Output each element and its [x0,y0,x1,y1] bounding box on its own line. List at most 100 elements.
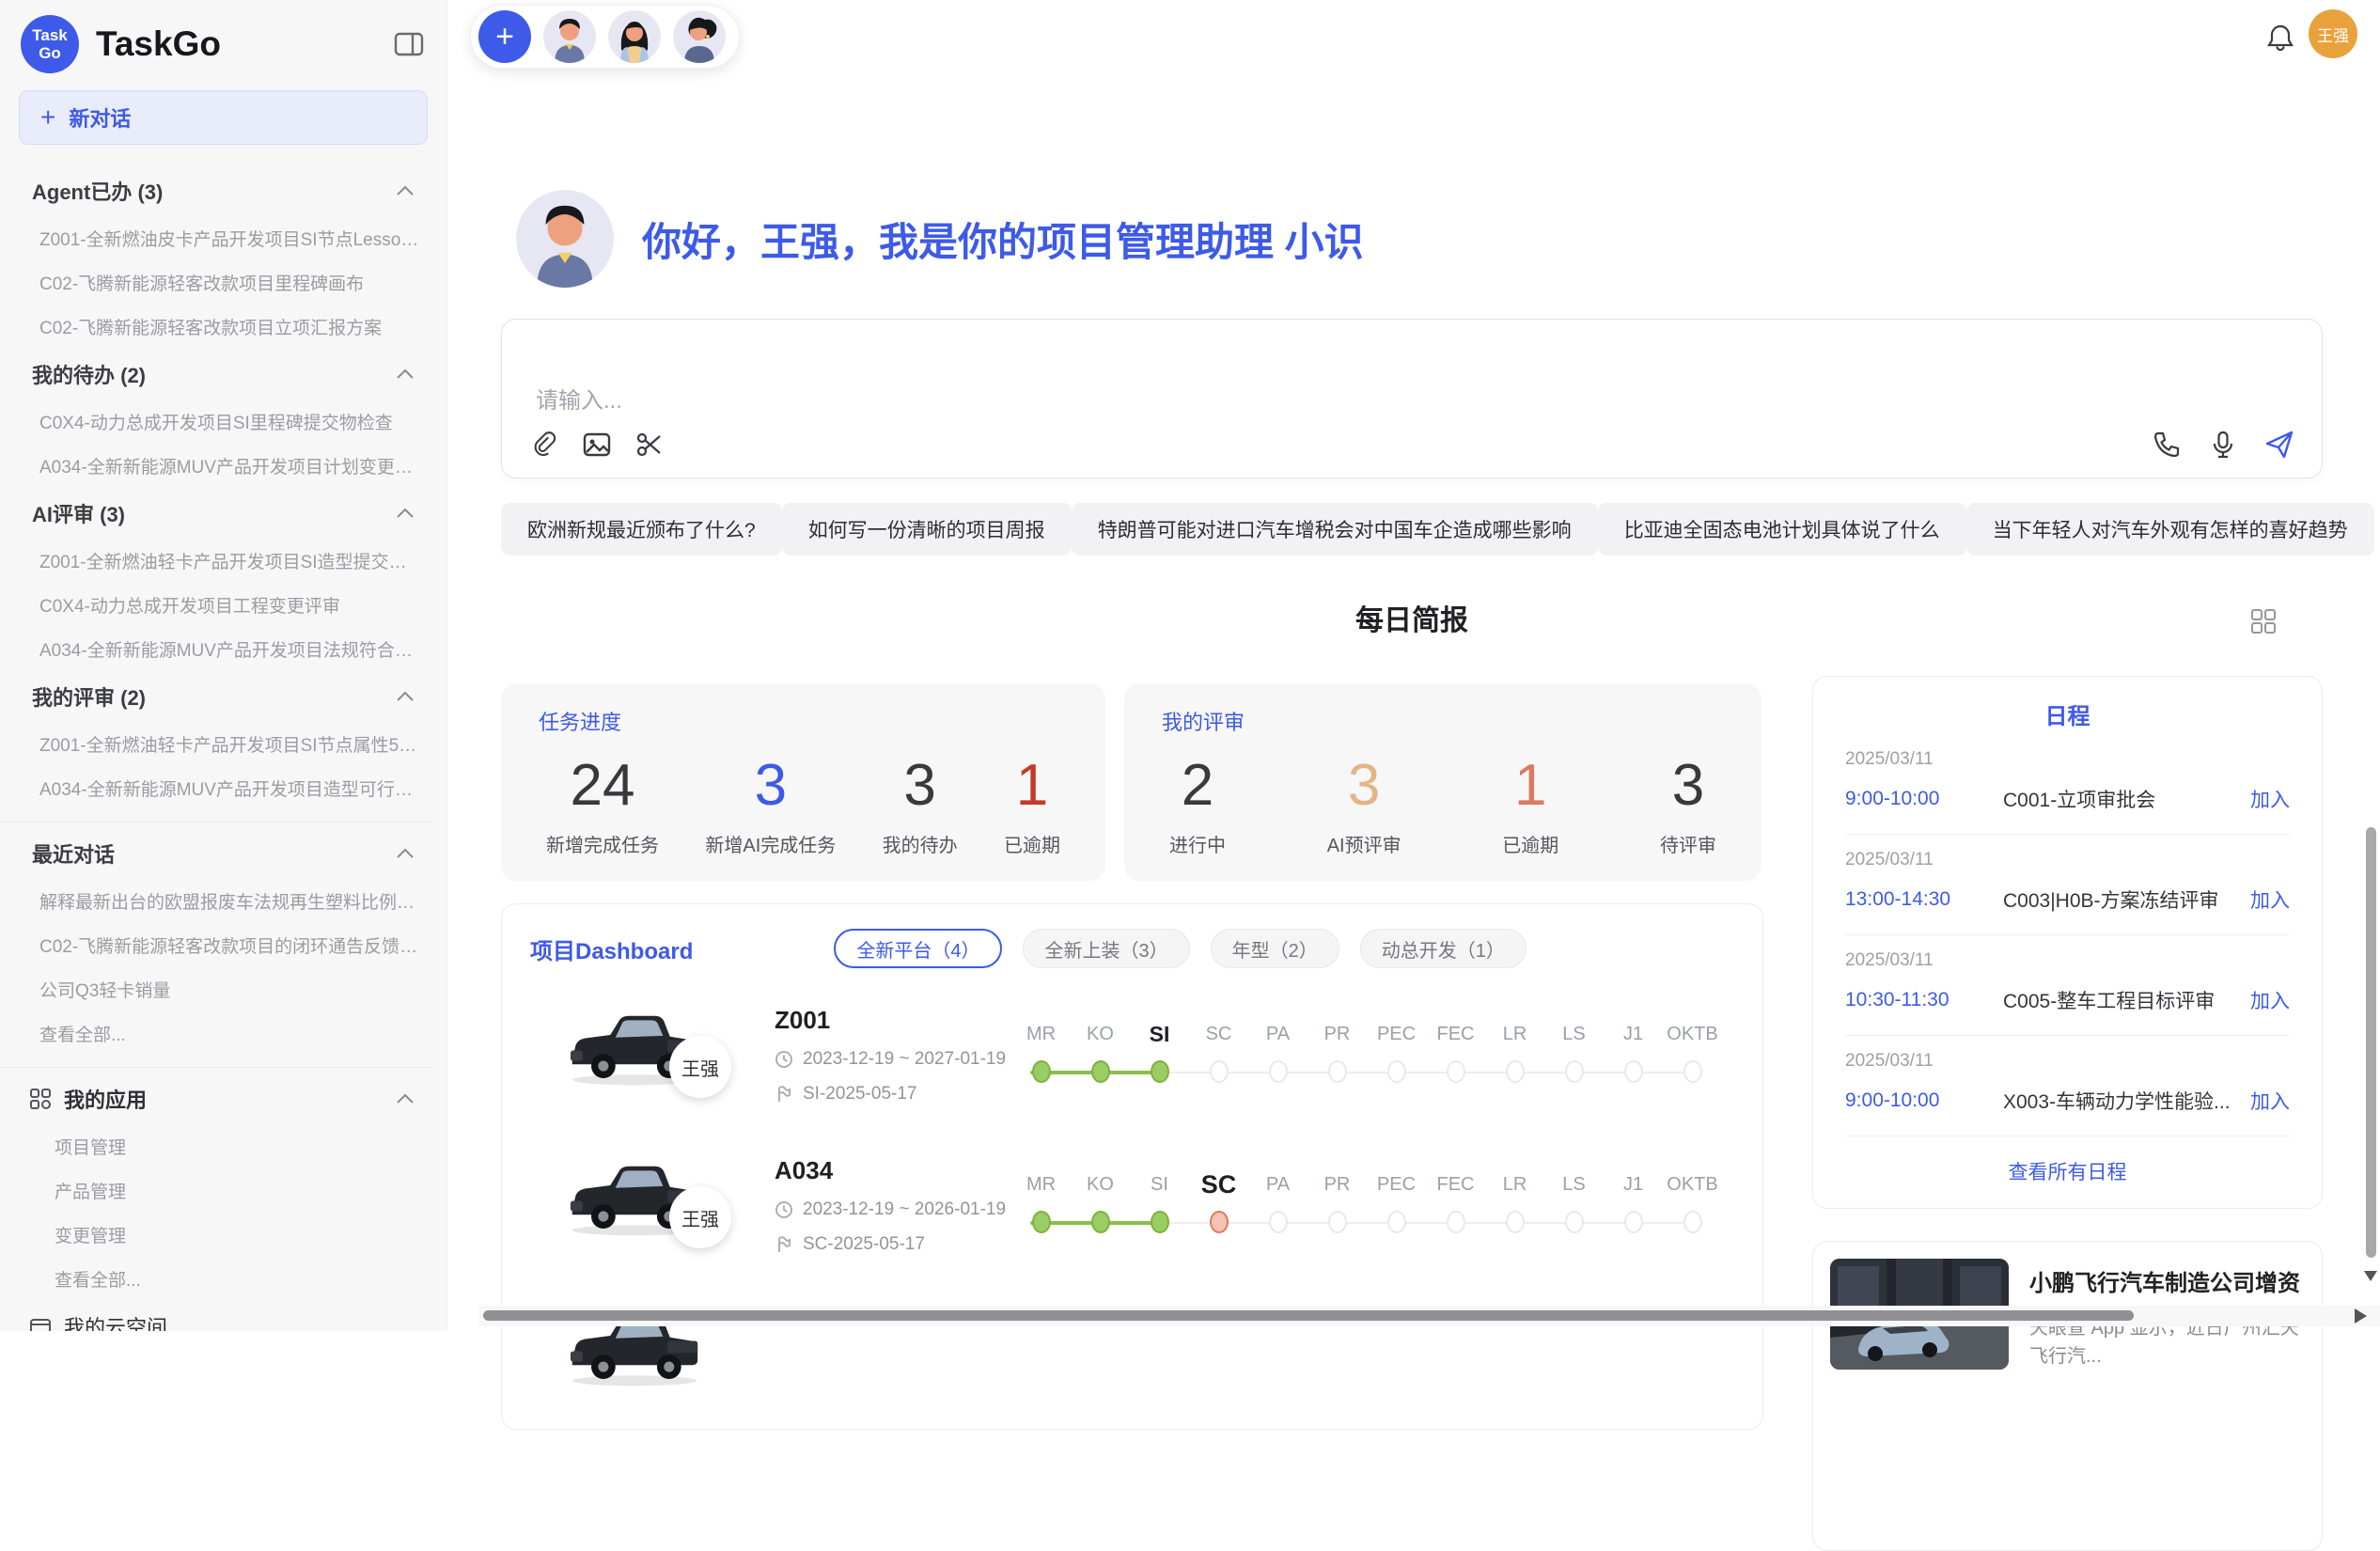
milestone-dot [1328,1060,1347,1083]
suggestion-chip[interactable]: 比亚迪全固态电池计划具体说了什么 [1598,503,1966,556]
sidebar-item-my-apps[interactable]: 我的应用 [0,1073,433,1124]
sidebar-item[interactable]: 项目管理 [0,1124,433,1168]
sidebar-item[interactable]: 公司Q3轻卡销量 [0,967,433,1011]
suggestion-chip[interactable]: 特朗普可能对进口汽车增税会对中国车企造成哪些影响 [1072,503,1598,556]
sidebar-item[interactable]: A034-全新新能源MUV产品开发项目造型可行性评审 [0,766,433,810]
sidebar-item[interactable]: 变更管理 [0,1213,433,1257]
stat-cell: 3 AI预评审 [1327,753,1401,857]
attachment-icon[interactable] [528,429,560,461]
sidebar-item[interactable]: A034-全新新能源MUV产品开发项目法规符合性评审 [0,627,433,671]
agent-avatar-3[interactable] [673,10,726,63]
milestone-dot [1328,1211,1347,1233]
dashboard-filter-chip[interactable]: 年型（2） [1211,929,1339,968]
schedule-join-link[interactable]: 加入 [2250,785,2290,813]
sidebar-section-header[interactable]: Agent已办 (3) [0,165,433,216]
milestone-label: SC [1189,1021,1248,1047]
schedule-join-link[interactable]: 加入 [2250,986,2290,1014]
horizontal-scrollbar-thumb[interactable] [483,1310,2134,1321]
stat-value: 3 [1327,753,1401,819]
notification-bell-icon[interactable] [2265,23,2295,53]
phone-icon[interactable] [2151,429,2183,461]
sidebar-item[interactable]: C02-飞腾新能源轻客改款项目的闭环通告反馈情况 [0,923,433,967]
milestone-label: LR [1485,1171,1544,1198]
milestone-dot [1447,1060,1465,1083]
sidebar: Task Go TaskGo + 新对话 Agent已办 (3) Z001-全新… [0,0,447,1331]
input-tools-left [528,429,665,461]
microphone-icon[interactable] [2207,429,2239,461]
schedule-join-link[interactable]: 加入 [2250,1087,2290,1115]
schedule-view-all-link[interactable]: 查看所有日程 [1845,1157,2290,1185]
milestone-dot [1387,1060,1406,1083]
sidebar-section-header[interactable]: AI评审 (3) [0,488,433,539]
divider [0,1067,433,1068]
sidebar-item[interactable]: C0X4-动力总成开发项目SI里程碑提交物检查 [0,400,433,444]
milestone-label: SC [1189,1171,1248,1198]
milestone-label: OKTB [1663,1021,1722,1047]
milestone-step: FEC [1426,1171,1485,1233]
dashboard-filter-chip[interactable]: 全新上装（3） [1023,929,1189,968]
sidebar-item[interactable]: C02-飞腾新能源轻客改款项目立项汇报方案 [0,305,433,349]
scroll-right-arrow-icon[interactable] [2355,1308,2367,1324]
suggestion-chip[interactable]: 欧洲新规最近颁布了什么? [501,503,782,556]
schedule-title: 日程 [1845,697,2290,730]
agent-avatar-1[interactable] [543,10,596,63]
milestone-step: OKTB [1663,1171,1722,1233]
send-icon[interactable] [2263,429,2295,461]
sidebar-item[interactable]: 查看全部... [0,1011,433,1056]
sidebar-item[interactable]: C02-飞腾新能源轻客改款项目里程碑画布 [0,260,433,305]
suggestion-chips: 欧洲新规最近颁布了什么?如何写一份清晰的项目周报特朗普可能对进口汽车增税会对中国… [501,503,2323,556]
add-agent-button[interactable]: + [478,10,531,63]
project-milestone-flag: SI-2025-05-17 [803,1084,916,1104]
stat-label: 我的待办 [883,830,958,857]
milestone-step: SI [1130,1021,1189,1083]
sidebar-item-cloud-space[interactable]: 我的云空间 [0,1301,433,1331]
chevron-up-icon [396,691,415,702]
agent-avatar-2[interactable] [608,10,661,63]
sidebar-item[interactable]: Z001-全新燃油轻卡产品开发项目SI造型提交物评审 [0,539,433,583]
project-milestone-flag: SC-2025-05-17 [803,1234,925,1255]
milestone-label: KO [1071,1021,1130,1047]
schedule-join-link[interactable]: 加入 [2250,885,2290,914]
new-chat-button[interactable]: + 新对话 [19,90,428,145]
daily-brief-header: 每日简报 [501,600,2323,643]
schedule-time: 10:30-11:30 [1845,989,2003,1011]
stat-label: AI预评审 [1327,830,1401,857]
dashboard-filter-chip[interactable]: 全新平台（4） [834,929,1002,968]
suggestion-chip[interactable]: 如何写一份清晰的项目周报 [782,503,1072,556]
news-card[interactable]: 小鹏飞行汽车制造公司增资 天眼查 App 显示，近日广州汇天飞行汽... [1812,1241,2323,1551]
sidebar-item[interactable]: 产品管理 [0,1168,433,1213]
vertical-scrollbar-thumb[interactable] [2366,827,2376,1258]
sidebar-item[interactable]: Z001-全新燃油皮卡产品开发项目SI节点Lesson Learn报告 [0,216,433,260]
milestone-label: PR [1307,1171,1367,1198]
sidebar-item[interactable]: 查看全部... [0,1257,433,1301]
chevron-up-icon [396,1093,415,1104]
sidebar-section-header[interactable]: 我的评审 (2) [0,671,433,722]
sidebar-item[interactable]: A034-全新新能源MUV产品开发项目计划变更表编写 [0,444,433,488]
dashboard-filter-chip[interactable]: 动总开发（1） [1360,929,1527,968]
my-apps-label: 我的应用 [64,1084,396,1114]
sidebar-section-header[interactable]: 最近对话 [0,828,433,879]
milestone-label: LS [1544,1171,1604,1198]
image-icon[interactable] [581,429,613,461]
layout-grid-icon[interactable] [2249,607,2278,635]
project-row[interactable]: 王强 A034 2023-12-19 ~ 2026-01-19 SC-2025-… [530,1143,1734,1293]
chat-input-box[interactable]: 请输入... [501,319,2323,478]
scissors-icon[interactable] [634,429,665,461]
sidebar-item[interactable]: Z001-全新燃油轻卡产品开发项目SI节点属性5D文件评审 [0,722,433,766]
sidebar-item[interactable]: C0X4-动力总成开发项目工程变更评审 [0,583,433,627]
sidebar-item[interactable]: 解释最新出台的欧盟报废车法规再生塑料比例被调至15%... [0,879,433,923]
project-row[interactable]: 王强 Z001 2023-12-19 ~ 2027-01-19 SI-2025-… [530,993,1734,1143]
suggestion-chip[interactable]: 当下年轻人对汽车外观有怎样的喜好趋势 [1966,503,2374,556]
greeting-text: 你好，王强，我是你的项目管理助理 小识 [642,211,1364,268]
sidebar-toggle-icon[interactable] [394,31,424,57]
scroll-down-arrow-icon[interactable] [2364,1271,2377,1281]
milestone-track: MR KO SI SC PA PR PEC FEC LR LS J1 OKTB [1011,993,1734,1143]
milestone-dot [1387,1211,1406,1233]
project-dates: 2023-12-19 ~ 2027-01-19 [803,1049,1006,1070]
schedule-date: 2025/03/11 [1845,950,2290,971]
app-logo: Task Go [21,15,79,73]
sidebar-section-header[interactable]: 我的待办 (2) [0,349,433,400]
horizontal-scrollbar[interactable] [479,1306,2380,1326]
sidebar-section: Agent已办 (3) Z001-全新燃油皮卡产品开发项目SI节点Lesson … [0,165,433,349]
user-avatar[interactable]: 王强 [2309,9,2357,58]
